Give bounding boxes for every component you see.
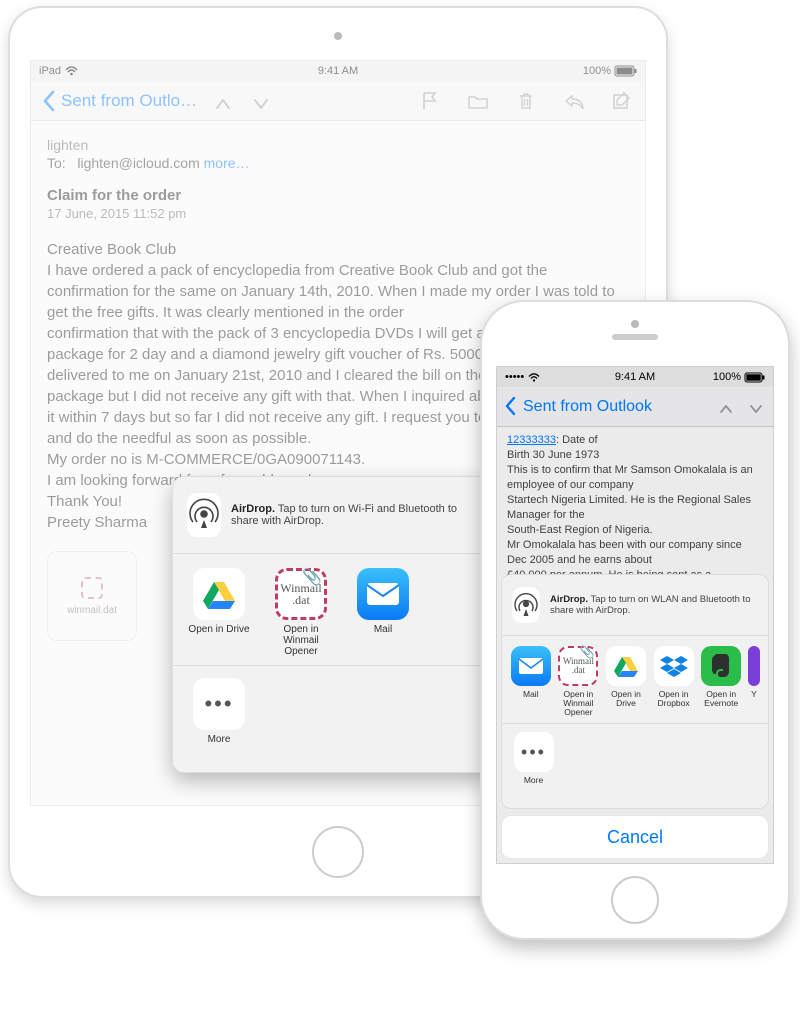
airdrop-row[interactable]: AirDrop. Tap to turn on WLAN and Bluetoo…: [502, 575, 768, 636]
ipad-camera: [334, 32, 342, 40]
cancel-button[interactable]: Cancel: [501, 815, 769, 859]
app-label: Open in Winmail Opener: [558, 690, 600, 717]
share-app-winmail[interactable]: 📎 Winmail.dat Open in Winmail Opener: [269, 568, 333, 657]
ipad-home-button[interactable]: [312, 826, 364, 878]
share-sheet: AirDrop. Tap to turn on WLAN and Bluetoo…: [501, 574, 769, 859]
app-label: Open in Winmail Opener: [269, 624, 333, 657]
more-label: More: [524, 776, 543, 798]
airdrop-title: AirDrop.: [550, 594, 588, 605]
iphone-speaker: [612, 334, 658, 340]
more-label: More: [208, 734, 231, 756]
share-app-mail[interactable]: Mail: [351, 568, 415, 657]
iphone-camera: [631, 320, 639, 328]
share-more[interactable]: ••• More: [510, 732, 557, 798]
paperclip-icon: 📎: [302, 567, 322, 587]
share-sheet: AirDrop. Tap to turn on Wi-Fi and Blueto…: [172, 476, 492, 773]
share-app-drive[interactable]: Open in Drive: [605, 646, 647, 717]
app-label: Open in Drive: [605, 690, 647, 712]
drive-icon: [193, 568, 245, 620]
share-more[interactable]: ••• More: [187, 678, 251, 756]
dropbox-icon: [654, 646, 694, 686]
app-label: Open in Drive: [188, 624, 249, 646]
more-icon: •••: [193, 678, 245, 730]
app-label: Open in Evernote: [700, 690, 742, 712]
iphone-home-button[interactable]: [611, 876, 659, 924]
share-app-dropbox[interactable]: Open in Dropbox: [653, 646, 695, 717]
winmail-icon: 📎Winmail.dat: [558, 646, 598, 686]
iphone-screen: ••••• 9:41 AM 100% Sent from Outlook: [496, 366, 774, 864]
app-label: Mail: [523, 690, 539, 712]
share-app-mail[interactable]: Mail: [510, 646, 552, 717]
app-label: Open in Dropbox: [653, 690, 695, 712]
app-label: Y: [751, 690, 757, 712]
drive-icon: [606, 646, 646, 686]
app-label: Mail: [374, 624, 392, 646]
partial-app-icon: [748, 646, 760, 686]
airdrop-row[interactable]: AirDrop. Tap to turn on Wi-Fi and Blueto…: [173, 477, 491, 554]
paperclip-icon: 📎: [579, 645, 594, 659]
evernote-icon: [701, 646, 741, 686]
share-app-winmail[interactable]: 📎Winmail.dat Open in Winmail Opener: [558, 646, 600, 717]
airdrop-icon: [512, 587, 540, 623]
airdrop-title: AirDrop.: [231, 503, 275, 515]
iphone-device: ••••• 9:41 AM 100% Sent from Outlook: [480, 300, 790, 940]
share-app-partial[interactable]: Y: [748, 646, 760, 717]
more-icon: •••: [514, 732, 554, 772]
mail-icon: [511, 646, 551, 686]
share-app-evernote[interactable]: Open in Evernote: [700, 646, 742, 717]
airdrop-icon: [187, 493, 221, 537]
mail-icon: [357, 568, 409, 620]
winmail-icon: 📎 Winmail.dat: [275, 568, 327, 620]
share-app-drive[interactable]: Open in Drive: [187, 568, 251, 657]
